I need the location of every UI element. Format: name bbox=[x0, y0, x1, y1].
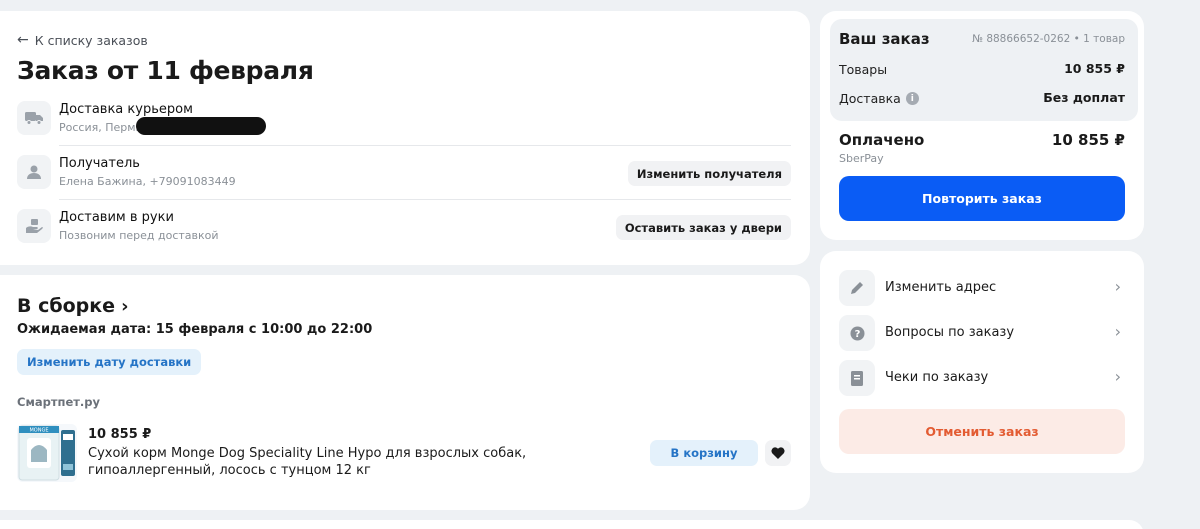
handover-title: Доставим в руки bbox=[59, 210, 174, 225]
redacted-address bbox=[136, 117, 266, 135]
truck-icon bbox=[17, 101, 51, 135]
info-icon[interactable]: i bbox=[905, 92, 919, 105]
action-label: Вопросы по заказу bbox=[885, 325, 1015, 340]
delivery-address: Россия, Пермь bbox=[59, 121, 143, 134]
back-link-label: К списку заказов bbox=[34, 32, 148, 48]
change-address-row[interactable]: Изменить адрес › bbox=[839, 269, 1125, 307]
svg-text:?: ? bbox=[854, 329, 860, 340]
receipt-icon bbox=[839, 360, 875, 396]
recipient-row: Получатель Елена Бажина, +79091083449 Из… bbox=[17, 155, 791, 199]
leave-at-door-button[interactable]: Оставить заказ у двери bbox=[615, 215, 791, 240]
order-receipts-row[interactable]: Чеки по заказу › bbox=[839, 359, 1125, 397]
assembly-status: В сборке bbox=[17, 295, 116, 317]
recipient-details: Елена Бажина, +79091083449 bbox=[59, 175, 236, 188]
back-to-orders-link[interactable]: ← К списку заказов bbox=[17, 32, 148, 48]
order-number: № 88866652-0262 • 1 товар bbox=[972, 33, 1125, 45]
add-to-cart-button[interactable]: В корзину bbox=[650, 440, 758, 466]
summary-title: Ваш заказ bbox=[839, 30, 930, 48]
product-name[interactable]: Сухой корм Monge Dog Speciality Line Hyp… bbox=[88, 445, 628, 479]
bottom-card bbox=[0, 520, 1144, 529]
change-recipient-button[interactable]: Изменить получателя bbox=[627, 161, 791, 186]
paid-label: Оплачено bbox=[839, 131, 925, 149]
repeat-order-button[interactable]: Повторить заказ bbox=[839, 176, 1125, 221]
action-label: Чеки по заказу bbox=[885, 370, 989, 385]
arrow-left-icon: ← bbox=[17, 32, 29, 48]
page-title: Заказ от 11 февраля bbox=[17, 56, 314, 85]
chevron-right-icon: › bbox=[1114, 322, 1121, 341]
chevron-right-icon: › bbox=[1114, 367, 1121, 386]
divider bbox=[59, 145, 791, 146]
favorite-button[interactable] bbox=[765, 440, 791, 466]
delivery-cost-value: Без доплат bbox=[1043, 90, 1125, 105]
handover-subtitle: Позвоним перед доставкой bbox=[59, 229, 219, 242]
assembly-status-link[interactable]: В сборке › bbox=[17, 295, 128, 317]
delivery-method: Доставка курьером bbox=[59, 102, 193, 117]
product-brand-text: MONGE bbox=[29, 428, 48, 434]
change-delivery-date-button[interactable]: Изменить дату доставки bbox=[17, 349, 202, 375]
hand-icon bbox=[17, 209, 51, 243]
delivery-row: Доставка курьером Россия, Пермь bbox=[17, 101, 791, 145]
chevron-right-icon: › bbox=[1114, 277, 1121, 296]
order-questions-row[interactable]: ? Вопросы по заказу › bbox=[839, 314, 1125, 352]
delivery-cost-label: Доставка i bbox=[839, 91, 919, 106]
product-price: 10 855 ₽ bbox=[88, 427, 152, 442]
chevron-right-icon: › bbox=[121, 295, 129, 317]
payment-method: SberPay bbox=[839, 152, 884, 165]
handover-row: Доставим в руки Позвоним перед доставкой… bbox=[17, 209, 791, 253]
recipient-title: Получатель bbox=[59, 156, 140, 171]
seller-name: Смартпет.ру bbox=[17, 395, 101, 409]
user-icon bbox=[17, 155, 51, 189]
heart-icon bbox=[771, 447, 785, 459]
action-label: Изменить адрес bbox=[885, 280, 997, 295]
expected-date: Ожидаемая дата: 15 февраля с 10:00 до 22… bbox=[17, 322, 373, 337]
cancel-order-button[interactable]: Отменить заказ bbox=[839, 409, 1125, 454]
goods-value: 10 855 ₽ bbox=[1064, 61, 1125, 76]
goods-label: Товары bbox=[839, 62, 888, 77]
product-image[interactable]: MONGE bbox=[17, 424, 77, 482]
paid-value: 10 855 ₽ bbox=[1051, 131, 1125, 149]
question-icon: ? bbox=[839, 315, 875, 351]
divider bbox=[59, 199, 791, 200]
pencil-icon bbox=[839, 270, 875, 306]
